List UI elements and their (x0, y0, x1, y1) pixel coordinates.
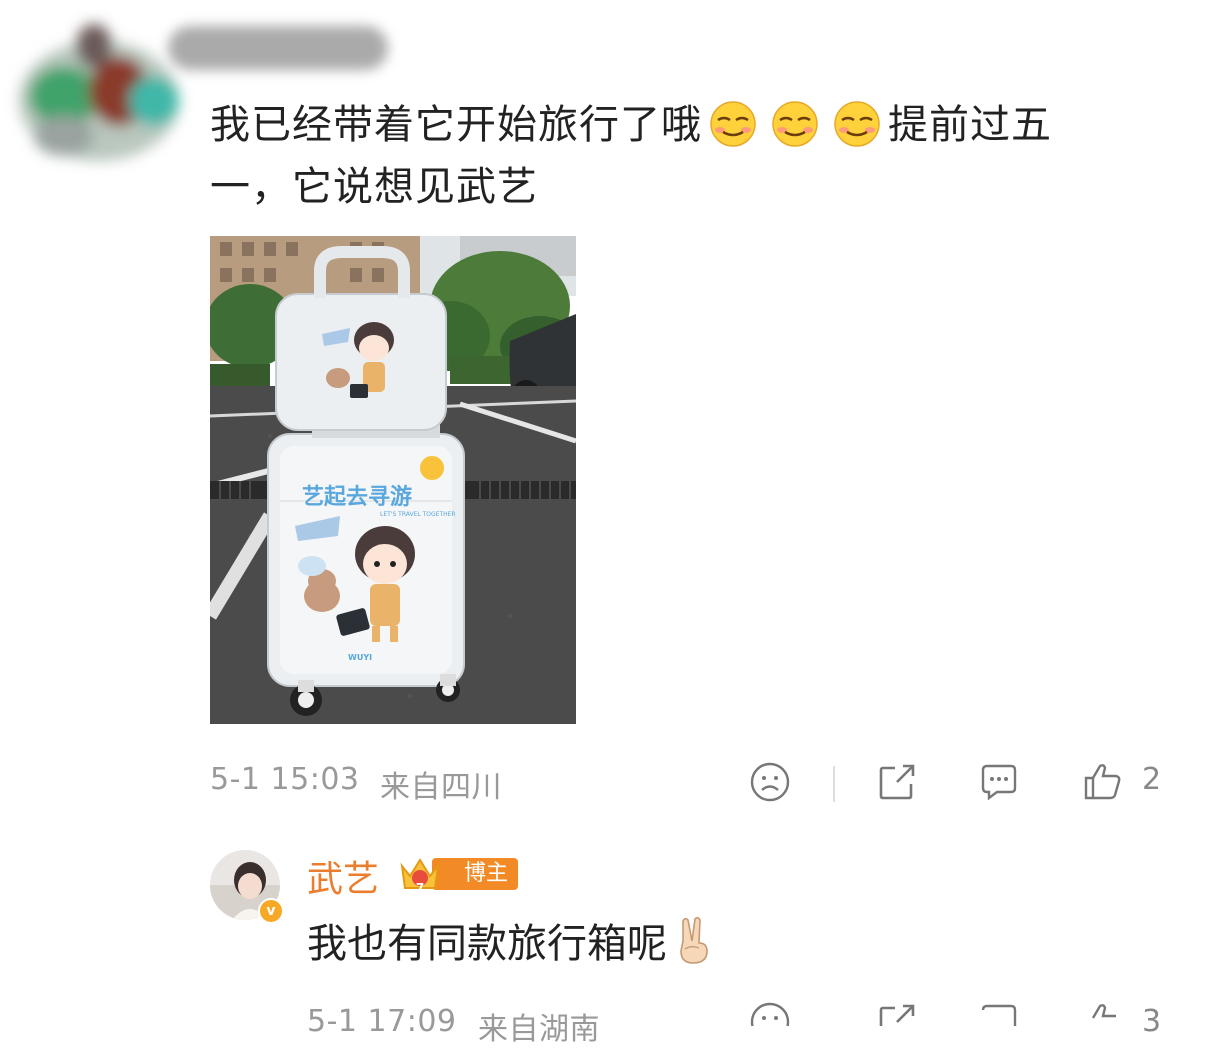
reply-text-body: 我也有同款旅行箱呢 (307, 921, 667, 967)
reply-like-count: 3 (1142, 1004, 1162, 1039)
reply-button[interactable] (977, 760, 1021, 804)
reply-location: 来自湖南 (478, 1012, 600, 1047)
luggage-name-text: WUYI (348, 653, 372, 662)
crown-level-icon: 7 (398, 852, 442, 896)
victory-hand-icon (671, 915, 715, 967)
comment-icon (981, 764, 1017, 801)
dislike-button[interactable] (748, 760, 792, 804)
blogger-badge: 博主 (432, 858, 519, 890)
blogger-badge-label: 博主 (464, 861, 509, 886)
comment-text-part3: 一，它说想见武艺 (210, 164, 538, 210)
share-button[interactable] (875, 760, 919, 804)
luggage-subtitle-text: LET'S TRAVEL TOGETHER (380, 511, 456, 518)
thumbs-up-icon (1084, 764, 1121, 800)
reply-timestamp: 5-1 17:09 (307, 1004, 457, 1039)
comment-text: 我已经带着它开始旅行了哦 提前过五 一，它说想见武艺 (210, 94, 1170, 218)
verified-badge-icon: v (258, 898, 284, 924)
comment-timestamp: 5-1 15:03 (210, 762, 360, 797)
smirk-emoji-icon (708, 98, 758, 148)
commenter-username-blurred[interactable] (168, 26, 388, 70)
reply-text: 我也有同款旅行箱呢 (307, 914, 715, 974)
smirk-emoji-icon (832, 98, 882, 148)
reply-like-button[interactable] (1080, 1000, 1124, 1026)
smirk-emoji-icon (770, 98, 820, 148)
reply-author-name[interactable]: 武艺 (307, 850, 379, 902)
action-divider (833, 766, 835, 802)
reply-dislike-button[interactable] (748, 1000, 792, 1026)
reply-share-button[interactable] (875, 1000, 919, 1026)
comment-icon (981, 1004, 1017, 1026)
share-icon (879, 764, 915, 800)
luggage-logo-text: 艺起去寻游 (302, 484, 412, 510)
comment-like-count: 2 (1142, 762, 1162, 797)
sad-face-icon (750, 1002, 790, 1026)
sad-face-icon (750, 762, 790, 802)
like-button[interactable] (1080, 760, 1124, 804)
share-icon (879, 1004, 915, 1026)
comment-text-part2: 提前过五 (888, 102, 1052, 148)
crown-level-number: 7 (416, 881, 424, 895)
comment-photo[interactable]: 艺起去寻游 LET'S TRAVEL TOGETHER WUYI (210, 236, 576, 724)
thumbs-up-icon (1091, 1004, 1116, 1019)
comment-text-part1: 我已经带着它开始旅行了哦 (210, 102, 702, 148)
comment-location: 来自四川 (380, 770, 502, 805)
reply-comment-button[interactable] (977, 1000, 1021, 1026)
